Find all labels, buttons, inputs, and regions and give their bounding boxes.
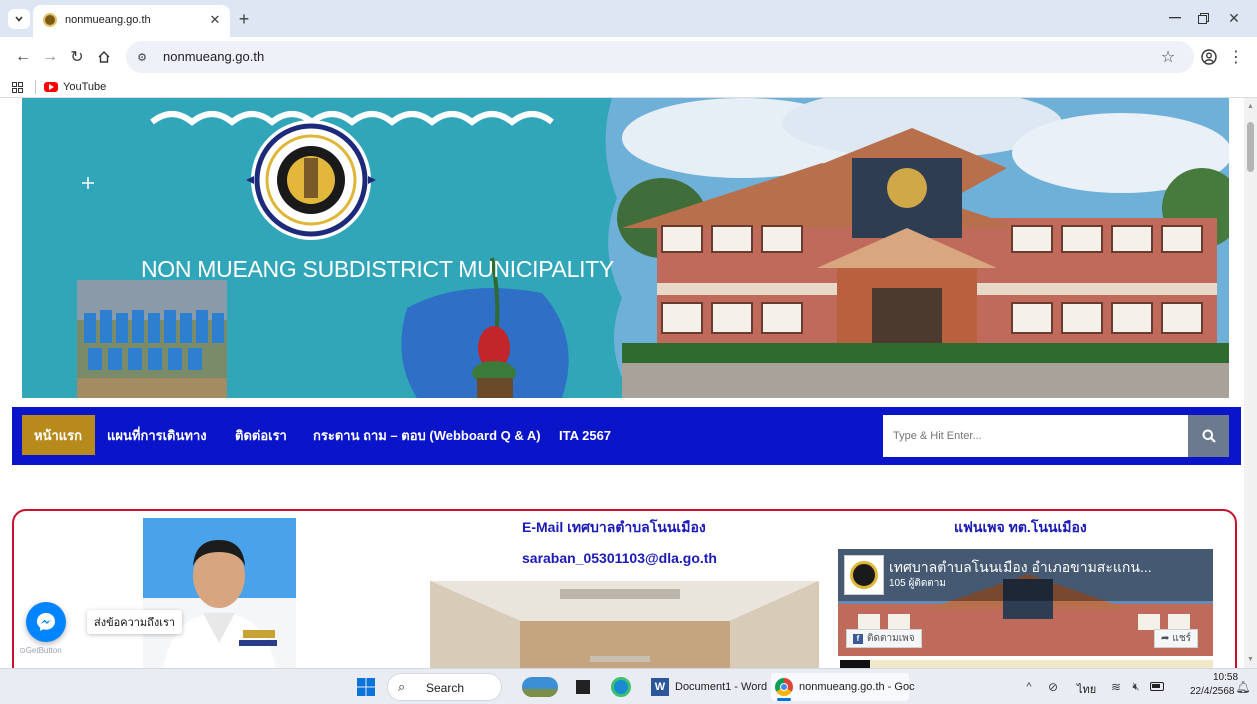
chrome-icon (775, 678, 793, 696)
clock-time[interactable]: 10:58 (1213, 672, 1238, 683)
taskbar-chrome-item[interactable]: nonmueang.go.th - Goc (771, 673, 915, 701)
windows-taskbar: ⌕ Search W Document1 - Word nonmueang.go… (0, 668, 1257, 704)
main-nav: หน้าแรก แผนที่การเดินทาง ติดต่อเรา กระดา… (12, 407, 1241, 465)
content-panel: E-Mail เทศบาลตำบลโนนเมือง saraban_053011… (12, 509, 1237, 668)
page-scrollbar[interactable]: ▲ ▼ (1244, 98, 1257, 668)
facebook-share-label: แชร์ (1172, 633, 1191, 644)
bookmark-youtube[interactable]: YouTube (44, 79, 106, 95)
tab-strip: nonmueang.go.th ✕ + ✕ (0, 0, 1257, 37)
facebook-followers: 105 ผู้ติดตาม (889, 578, 947, 589)
search-button[interactable] (1188, 415, 1229, 457)
taskbar-chrome-label: nonmueang.go.th - Goc (799, 681, 915, 693)
bookmark-youtube-label: YouTube (63, 81, 107, 93)
tab-search-button[interactable] (8, 9, 30, 29)
messenger-icon (37, 613, 55, 631)
input-language[interactable]: ไทย (1077, 680, 1096, 698)
word-icon: W (651, 678, 669, 696)
getbutton-credit[interactable]: ⊙GetButton (19, 646, 62, 655)
search-icon (1202, 429, 1216, 443)
chat-tooltip[interactable]: ส่งข้อความถึงเรา (87, 610, 183, 634)
back-icon[interactable]: ← (13, 47, 33, 67)
share-arrow-icon: ➦ (1161, 633, 1170, 644)
browser-tab[interactable]: nonmueang.go.th ✕ (33, 5, 230, 37)
email-heading: E-Mail เทศบาลตำบลโนนเมือง (522, 519, 706, 535)
office-photo (430, 581, 819, 668)
messenger-chat-button[interactable] (26, 602, 66, 642)
notification-bell-icon[interactable]: 🔔︎ (1235, 679, 1250, 695)
taskbar-search-label: Search (426, 681, 465, 695)
taskbar-search-box[interactable]: ⌕ Search (387, 673, 502, 701)
nav-item-contact[interactable]: ติดต่อเรา (235, 407, 287, 465)
facebook-follow-label: ติดตามเพจ (867, 633, 915, 644)
chevron-down-icon (15, 16, 23, 22)
chat-tooltip-label: ส่งข้อความถึงเรา (94, 617, 176, 629)
restore-icon[interactable] (1193, 10, 1213, 26)
apps-grid-icon[interactable] (9, 79, 25, 95)
scroll-down-arrow-icon[interactable]: ▼ (1244, 654, 1257, 664)
facebook-follow-button[interactable]: f ติดตามเพจ (846, 629, 922, 648)
windows-start-icon[interactable] (357, 678, 375, 696)
taskbar-widget-icon[interactable] (522, 677, 558, 697)
getbutton-label: GetButton (25, 646, 62, 655)
facebook-page-avatar (844, 555, 884, 595)
nav-item-webboard[interactable]: กระดาน ถาม – ตอบ (Webboard Q & A) (313, 407, 541, 465)
nav-item-map[interactable]: แผนที่การเดินทาง (107, 407, 207, 465)
tab-title: nonmueang.go.th (65, 14, 151, 26)
site-favicon-icon (43, 13, 57, 27)
close-window-icon[interactable]: ✕ (1224, 9, 1244, 27)
tray-app-icon[interactable]: ⊘ (1045, 679, 1061, 695)
minimize-icon[interactable] (1165, 10, 1185, 26)
home-icon[interactable] (94, 47, 114, 67)
reload-icon[interactable]: ↻ (67, 47, 87, 67)
scrollbar-thumb[interactable] (1247, 122, 1254, 172)
search-input[interactable] (883, 415, 1189, 457)
taskbar-word-label: Document1 - Word (675, 681, 768, 693)
hero-heading: NON MUEANG SUBDISTRICT MUNICIPALITY (141, 256, 614, 282)
tray-overflow-icon[interactable]: ^ (1022, 679, 1036, 695)
bookmark-star-icon[interactable]: ☆ (1158, 47, 1178, 67)
nav-item-ita[interactable]: ITA 2567 (559, 407, 611, 465)
scroll-up-arrow-icon[interactable]: ▲ (1244, 101, 1257, 111)
page-viewport: NON MUEANG SUBDISTRICT MUNICIPALITY หน้า… (0, 98, 1257, 668)
facebook-share-button[interactable]: ➦ แชร์ (1154, 629, 1198, 648)
hero-banner: NON MUEANG SUBDISTRICT MUNICIPALITY (22, 98, 1229, 398)
bookmarks-bar: YouTube (0, 77, 1257, 98)
url-text: nonmueang.go.th (163, 49, 265, 64)
tab-close-icon[interactable]: ✕ (207, 12, 223, 28)
hero-illustration (77, 98, 1229, 398)
facebook-page-widget[interactable]: เทศบาลตำบลโนนเมือง อำเภอขามสะแกน... 105 … (838, 549, 1213, 656)
edge-icon[interactable] (611, 677, 631, 697)
getbutton-logo-icon: ⊙ (19, 646, 26, 655)
facebook-post-strip (840, 660, 1213, 668)
nav-item-home-label[interactable]: หน้าแรก (34, 407, 82, 465)
facebook-icon: f (853, 633, 863, 644)
taskbar-word-item[interactable]: W Document1 - Word (647, 673, 767, 701)
bookmark-divider (35, 80, 36, 94)
site-info-icon[interactable]: ⚙ (134, 49, 150, 65)
volume-muted-icon[interactable]: 🔇︎ (1127, 679, 1145, 695)
mayor-portrait (143, 518, 296, 668)
fanpage-heading: แฟนเพจ ทต.โนนเมือง (954, 519, 1087, 535)
browser-toolbar: ← → ↻ ⚙ nonmueang.go.th ☆ ⋮ (0, 37, 1257, 77)
clock-date[interactable]: 22/4/2568 (1190, 686, 1235, 697)
new-tab-button[interactable]: + (234, 9, 254, 29)
task-view-icon[interactable] (576, 680, 590, 694)
taskbar-search-icon: ⌕ (398, 679, 406, 694)
address-bar[interactable]: ⚙ nonmueang.go.th (126, 41, 1194, 73)
menu-kebab-icon[interactable]: ⋮ (1228, 47, 1244, 67)
battery-icon[interactable] (1150, 682, 1164, 691)
profile-icon[interactable] (1199, 47, 1219, 67)
forward-icon[interactable]: → (40, 47, 60, 67)
email-address[interactable]: saraban_05301103@dla.go.th (522, 550, 717, 566)
wifi-icon[interactable]: ≋ (1108, 679, 1124, 695)
youtube-icon (44, 82, 58, 92)
